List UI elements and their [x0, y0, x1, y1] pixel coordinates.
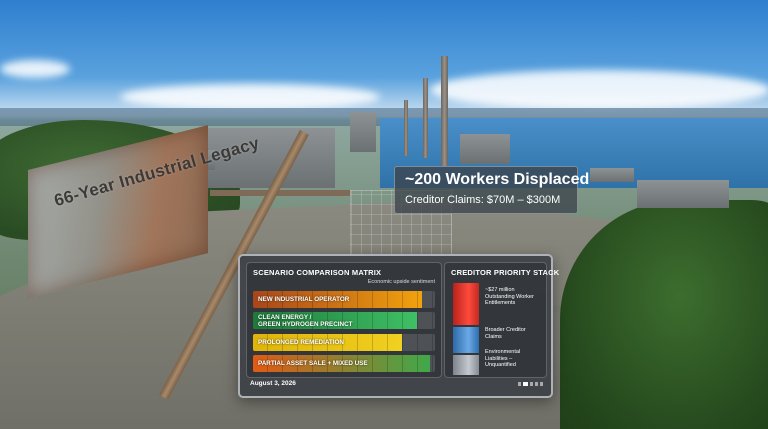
scenario-bar: CLEAN ENERGY / GREEN HYDROGEN PRECINCT: [253, 312, 435, 329]
scenario-bar-label: GREEN HYDROGEN PRECINCT: [258, 320, 353, 328]
priority-title: CREDITOR PRIORITY STACK: [451, 268, 560, 277]
scenario-matrix-card: SCENARIO COMPARISON MATRIX Economic upsi…: [246, 262, 442, 378]
priority-stack-graphic: [453, 283, 479, 375]
building: [460, 134, 510, 164]
stack-label: Broader Creditor Claims: [485, 327, 526, 340]
smokestack: [404, 100, 408, 156]
stack-label: Environmental Liabilities – Unquantified: [485, 349, 521, 368]
cloud: [430, 70, 768, 110]
stack-level-environment: [453, 355, 479, 375]
headline-title: ~200 Workers Displaced: [405, 171, 590, 188]
info-panel: SCENARIO COMPARISON MATRIX Economic upsi…: [238, 254, 559, 398]
building: [590, 168, 634, 182]
page-dot[interactable]: [530, 382, 533, 386]
headline-subtitle: Creditor Claims: $70M – $300M: [405, 194, 561, 206]
smokestack: [423, 78, 428, 158]
building: [350, 112, 376, 152]
building: [637, 180, 729, 208]
scenario-bar: NEW INDUSTRIAL OPERATOR: [253, 291, 435, 308]
page-dot-active[interactable]: [523, 382, 528, 386]
scenario-bar-label: PROLONGED REMEDIATION: [258, 339, 344, 346]
scenario-bar-label: NEW INDUSTRIAL OPERATOR: [258, 296, 350, 303]
scenario-bar: PROLONGED REMEDIATION: [253, 334, 435, 351]
page-dot[interactable]: [540, 382, 543, 386]
scenario-bar-label: CLEAN ENERGY /: [258, 313, 312, 321]
stack-label: ~$27 million Outstanding Worker Entitlem…: [485, 287, 534, 306]
pagination-dots[interactable]: [518, 382, 543, 386]
creditor-priority-card: CREDITOR PRIORITY STACK ~$27 million Out…: [444, 262, 559, 378]
page-dot[interactable]: [535, 382, 538, 386]
panel-date: August 3, 2026: [250, 380, 296, 387]
stack-level-worker: [453, 283, 479, 325]
smokestack: [441, 56, 448, 166]
cloud: [120, 84, 380, 110]
matrix-sublabel: Economic upside sentiment: [367, 279, 435, 285]
page-dot[interactable]: [518, 382, 521, 386]
stack-level-creditor: [453, 327, 479, 353]
scenario-bar-label: PARTIAL ASSET SALE + MIXED USE: [258, 360, 368, 367]
scenario-bar: PARTIAL ASSET SALE + MIXED USE: [253, 355, 435, 372]
pipeline: [210, 190, 350, 196]
matrix-title: SCENARIO COMPARISON MATRIX: [253, 268, 382, 277]
cloud: [0, 60, 70, 78]
headline-box: ~200 Workers Displaced Creditor Claims: …: [394, 166, 589, 214]
